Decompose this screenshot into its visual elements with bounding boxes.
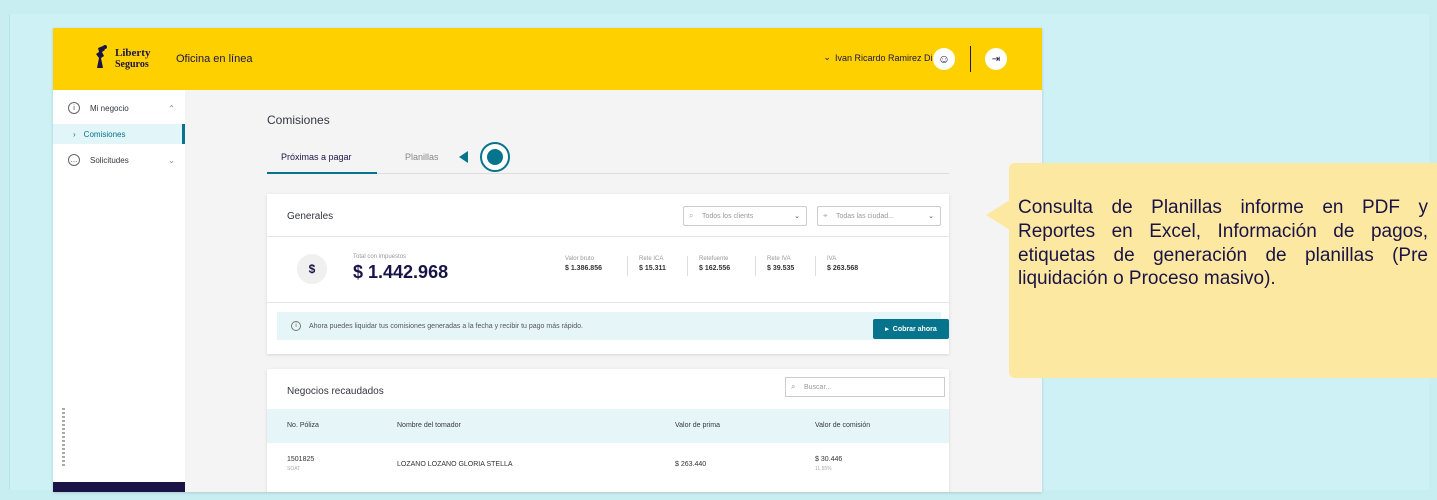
search-input[interactable]: ⌕ Buscar... [785,377,945,397]
money-icon: $ [297,254,327,284]
stat-value: $ 162.556 [699,265,731,272]
stat-label: Rete ICA [639,256,664,262]
comision-value: $ 30.446 [815,456,843,463]
cities-filter[interactable]: ⌖ Todas las ciudad... ⌄ [817,206,941,226]
poliza-number: 1501825 [287,456,315,463]
card-divider [267,236,949,237]
chat-icon: … [68,154,80,166]
info-text: Ahora puedes liquidar tus comisiones gen… [309,322,583,330]
tomador-cell: LOZANO LOZANO GLORIA STELLA [397,461,513,468]
logo-line2: Seguros [115,59,149,70]
table-header: No. Póliza Nombre del tomador Valor de p… [267,409,949,443]
search-icon: ⌕ [689,211,694,220]
chevron-right-icon: › [73,129,76,139]
tab-proximas-a-pagar[interactable]: Próximas a pagar [267,152,377,174]
cobrar-ahora-button[interactable]: ▸ Cobrar ahora [873,319,949,339]
top-bar: Liberty Seguros Oficina en línea ⌄ Ivan … [53,28,1042,90]
main-content: Comisiones Próximas a pagar Planillas Ge… [185,90,1042,492]
stat-valor-bruto: Valor bruto $ 1.386.856 [565,256,602,272]
stat-label: Rete IVA [767,256,791,262]
poliza-type: SOAT [287,466,301,472]
money-icon: ▸ [885,326,889,333]
stat-divider [815,256,816,276]
search-placeholder: Buscar... [804,383,832,391]
chevron-down-icon: ⌄ [794,213,800,220]
logout-icon: ⇥ [991,53,1001,65]
stage: Liberty Seguros Oficina en línea ⌄ Ivan … [0,0,1437,500]
statue-of-liberty-icon [96,45,107,68]
stat-label: IVA [827,256,837,262]
sidebar-footer [53,482,185,492]
sidebar-item-comisiones[interactable]: › Comisiones [53,124,185,144]
stat-retefuente: Retefuente $ 162.556 [699,256,730,272]
generales-card: Generales ⌕ Todos los clients ⌄ ⌖ Todas … [267,194,949,354]
column-header[interactable]: No. Póliza [287,422,319,429]
prima-cell: $ 263.440 [675,461,707,468]
stat-value: $ 263.568 [827,265,859,272]
search-icon: ⌕ [791,382,796,391]
callout-pointer [986,200,1010,230]
generales-title: Generales [287,211,334,222]
tab-planillas[interactable]: Planillas [405,152,439,162]
liberty-logo[interactable]: Liberty Seguros [93,44,163,74]
sidebar-item-label: Solicitudes [90,155,129,165]
tab-bar: Próximas a pagar Planillas [267,138,949,174]
stat-divider [687,256,688,276]
stat-label: Valor bruto [565,256,594,262]
chevron-down-icon: ⌄ [928,213,934,220]
negocios-title: Negocios recaudados [287,386,384,397]
column-header[interactable]: Valor de comisión [815,422,870,429]
negocios-card: Negocios recaudados ⌕ Buscar... No. Póli… [267,369,949,492]
poliza-cell: 1501825 SOAT [287,456,314,472]
column-header[interactable]: Nombre del tomador [397,422,461,429]
column-header[interactable]: Valor de prima [675,422,720,429]
info-banner: i Ahora puedes liquidar tus comisiones g… [277,312,941,340]
user-name: Ivan Ricardo Ramirez Diaz [834,52,942,63]
click-target-icon [480,142,510,172]
logo-line1: Liberty [115,47,151,59]
sidebar-item-label: Mi negocio [90,103,129,113]
sidebar-item-solicitudes[interactable]: … Solicitudes ⌄ [53,150,185,170]
table-row[interactable]: 1501825 SOAT LOZANO LOZANO GLORIA STELLA… [267,443,949,483]
sidebar: i Mi negocio ⌃ › Comisiones … Solicitude… [53,90,185,492]
clients-filter-value: Todos los clients [702,212,754,220]
clients-filter[interactable]: ⌕ Todos los clients ⌄ [683,206,807,226]
avatar[interactable]: ☺ [933,48,955,70]
pointer-arrow-icon [459,151,468,163]
stat-iva: IVA $ 263.568 [827,256,858,272]
app-title: Oficina en línea [176,53,253,65]
user-icon: ☺ [937,52,951,66]
stat-divider [755,256,756,276]
chevron-up-icon: ⌃ [168,103,175,113]
card-divider [267,302,949,303]
stat-value: $ 1.386.856 [565,265,602,272]
chevron-down-icon: ⌄ [168,155,175,165]
user-menu[interactable]: ⌄ Ivan Ricardo Ramirez Diaz [823,52,942,63]
sidebar-version-mark [62,408,65,468]
stat-divider [627,256,628,276]
info-icon: i [291,321,301,331]
stat-label: Retefuente [699,256,729,262]
chevron-down-icon: ⌄ [823,52,831,62]
location-icon: ⌖ [823,211,828,220]
comision-percent: 11.55% [815,466,832,472]
stat-rete-ica: Rete ICA $ 15.311 [639,256,666,272]
info-icon: i [68,102,80,114]
page-title: Comisiones [267,113,330,127]
sidebar-item-label: Comisiones [83,129,126,139]
stat-rete-iva: Rete IVA $ 39.535 [767,256,794,272]
header-divider [970,46,971,72]
cities-filter-value: Todas las ciudad... [836,212,894,220]
total-value: $ 1.442.968 [353,262,449,282]
comision-cell: $ 30.446 11.55% [815,456,842,472]
stat-value: $ 15.311 [639,265,666,272]
app-window: Liberty Seguros Oficina en línea ⌄ Ivan … [53,28,1042,492]
total-label: Total con impuestos [353,254,407,260]
callout-text: Consulta de Planillas informe en PDF y R… [1018,197,1428,290]
stat-value: $ 39.535 [767,265,795,272]
sidebar-item-mi-negocio[interactable]: i Mi negocio ⌃ [53,98,185,118]
cobrar-ahora-label: Cobrar ahora [892,325,937,333]
logout-button[interactable]: ⇥ [985,48,1007,70]
